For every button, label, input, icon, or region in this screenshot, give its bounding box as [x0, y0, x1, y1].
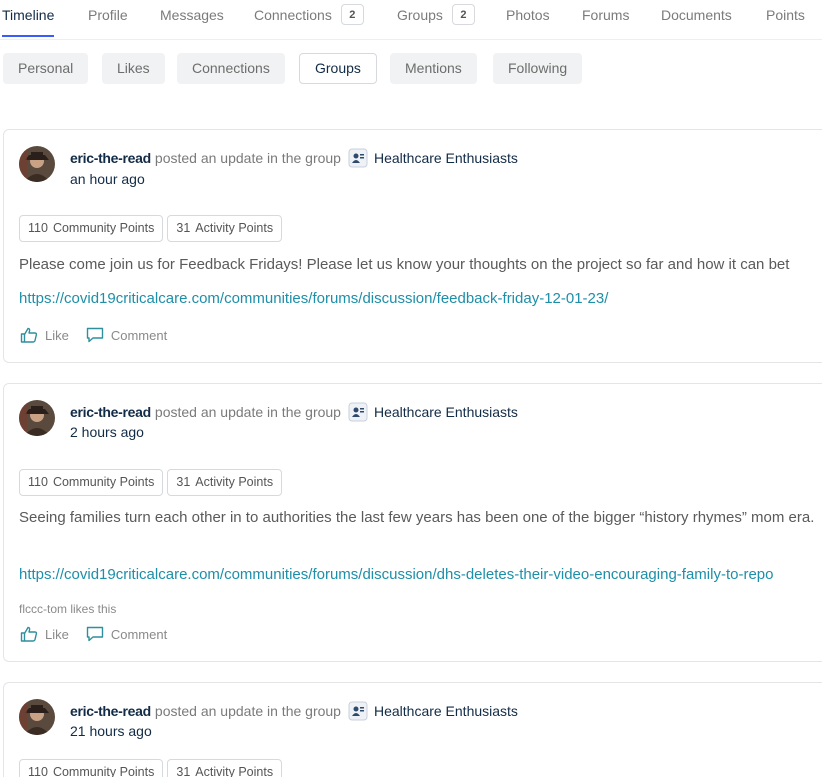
tab-label: Profile: [88, 7, 128, 23]
activity-header: eric-the-read posted an update in the gr…: [70, 148, 518, 168]
subtab-following[interactable]: Following: [493, 53, 583, 84]
activity-link[interactable]: https://covid19criticalcare.com/communit…: [19, 566, 773, 583]
community-points-badge: 110 Community Points: [19, 759, 164, 777]
points-label: Activity Points: [195, 221, 274, 235]
thumbs-up-icon: [20, 626, 38, 642]
points-value: 31: [176, 475, 191, 489]
action-text: posted an update in the group: [154, 150, 341, 166]
activity-link[interactable]: https://covid19criticalcare.com/communit…: [19, 290, 608, 307]
author-link[interactable]: eric-the-read: [70, 703, 151, 719]
tab-profile[interactable]: Profile: [88, 7, 128, 23]
like-label: Like: [45, 327, 69, 343]
groups-count-badge: 2: [451, 4, 475, 25]
tab-forums[interactable]: Forums: [582, 7, 629, 23]
group-link[interactable]: Healthcare Enthusiasts: [374, 150, 518, 166]
points-value: 110: [28, 221, 48, 235]
points-label: Community Points: [52, 221, 155, 235]
profile-nav: Timeline Profile Messages Connections 2 G…: [0, 0, 822, 40]
user-points: 110 Community Points 31 Activity Points: [19, 759, 286, 777]
subtab-likes[interactable]: Likes: [102, 53, 165, 84]
points-value: 110: [28, 765, 48, 777]
tab-label: Messages: [160, 7, 224, 23]
comment-button[interactable]: Comment: [86, 327, 167, 343]
connections-count-badge: 2: [340, 4, 364, 25]
like-label: Like: [45, 626, 69, 642]
tab-documents[interactable]: Documents: [661, 7, 732, 23]
points-label: Activity Points: [195, 475, 274, 489]
activity-content: Seeing families turn each other in to au…: [19, 509, 815, 526]
activity-actions: Like Comment: [20, 327, 184, 343]
tab-timeline[interactable]: Timeline: [2, 7, 55, 37]
activity-timestamp[interactable]: 2 hours ago: [70, 424, 144, 440]
tab-label: Groups: [397, 6, 443, 23]
like-button[interactable]: Like: [20, 626, 69, 642]
points-label: Community Points: [52, 765, 155, 777]
group-link[interactable]: Healthcare Enthusiasts: [374, 703, 518, 719]
tab-label: Points: [766, 7, 805, 23]
tab-groups[interactable]: Groups 2: [397, 4, 475, 25]
subtab-groups[interactable]: Groups: [299, 53, 377, 84]
comment-bubble-icon: [86, 626, 104, 642]
comment-bubble-icon: [86, 327, 104, 343]
user-points: 110 Community Points 31 Activity Points: [19, 215, 286, 242]
avatar[interactable]: [19, 400, 55, 436]
points-value: 31: [176, 765, 191, 777]
group-icon: [348, 402, 368, 422]
like-button[interactable]: Like: [20, 327, 69, 343]
tab-messages[interactable]: Messages: [160, 7, 224, 23]
author-link[interactable]: eric-the-read: [70, 150, 151, 166]
activity-points-badge: 31 Activity Points: [167, 759, 283, 777]
activity-points-badge: 31 Activity Points: [167, 469, 283, 496]
group-icon: [348, 701, 368, 721]
activity-header: eric-the-read posted an update in the gr…: [70, 402, 518, 422]
action-text: posted an update in the group: [154, 404, 341, 420]
action-text: posted an update in the group: [154, 703, 341, 719]
subtab-connections[interactable]: Connections: [177, 53, 285, 84]
group-link[interactable]: Healthcare Enthusiasts: [374, 404, 518, 420]
thumbs-up-icon: [20, 327, 38, 343]
activity-points-badge: 31 Activity Points: [167, 215, 283, 242]
points-value: 31: [176, 221, 191, 235]
avatar[interactable]: [19, 146, 55, 182]
tab-label: Forums: [582, 7, 630, 23]
tab-label: Connections: [254, 6, 332, 23]
subtab-mentions[interactable]: Mentions: [390, 53, 477, 84]
group-icon: [348, 148, 368, 168]
points-label: Activity Points: [195, 765, 274, 777]
tab-photos[interactable]: Photos: [506, 7, 550, 23]
likes-summary[interactable]: flccc-tom likes this: [19, 602, 116, 616]
comment-label: Comment: [110, 626, 168, 642]
activity-header: eric-the-read posted an update in the gr…: [70, 701, 518, 721]
user-points: 110 Community Points 31 Activity Points: [19, 469, 286, 496]
subtab-personal[interactable]: Personal: [3, 53, 89, 84]
tab-label: Photos: [506, 7, 550, 23]
points-label: Community Points: [52, 475, 155, 489]
activity-item: eric-the-read posted an update in the gr…: [3, 129, 822, 363]
tab-connections[interactable]: Connections 2: [254, 4, 364, 25]
tab-label: Timeline: [2, 7, 55, 23]
points-value: 110: [28, 475, 48, 489]
activity-actions: Like Comment: [20, 626, 184, 642]
activity-item: eric-the-read posted an update in the gr…: [3, 682, 822, 777]
tab-points[interactable]: Points: [766, 7, 805, 23]
activity-item: eric-the-read posted an update in the gr…: [3, 383, 822, 662]
community-points-badge: 110 Community Points: [19, 469, 164, 496]
comment-button[interactable]: Comment: [86, 626, 167, 642]
author-link[interactable]: eric-the-read: [70, 404, 151, 420]
activity-timestamp[interactable]: 21 hours ago: [70, 723, 152, 739]
tab-label: Documents: [661, 7, 732, 23]
avatar[interactable]: [19, 699, 55, 735]
activity-content: Please come join us for Feedback Fridays…: [19, 256, 790, 273]
activity-timestamp[interactable]: an hour ago: [70, 171, 145, 187]
community-points-badge: 110 Community Points: [19, 215, 164, 242]
comment-label: Comment: [110, 327, 168, 343]
